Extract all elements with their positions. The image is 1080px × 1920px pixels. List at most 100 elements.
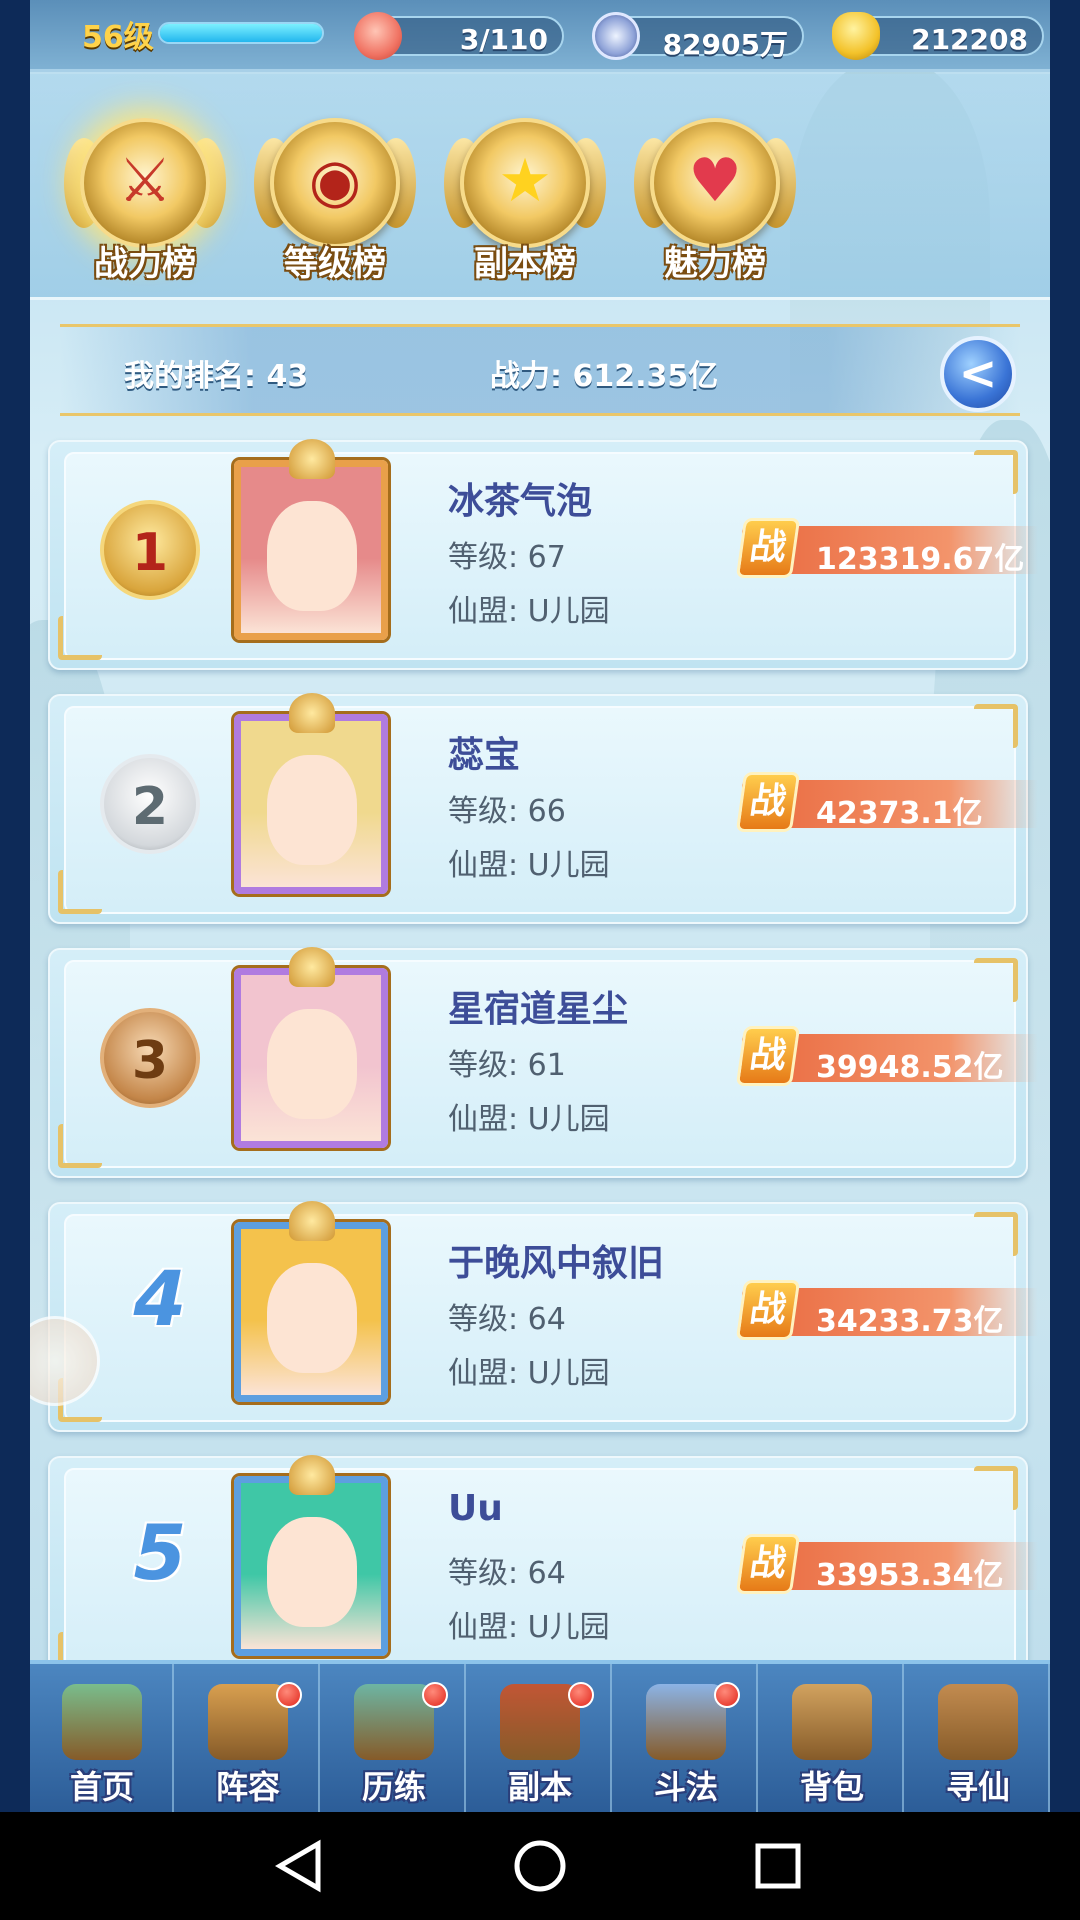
corner-ornament: [58, 1124, 102, 1168]
player-avatar[interactable]: [234, 439, 388, 640]
drum-medal-icon: ◉: [308, 146, 362, 216]
system-nav-bar: [0, 1812, 1080, 1920]
notification-dot-icon: [422, 1682, 448, 1708]
my-power-text: 战力: 612.35亿: [490, 359, 719, 394]
power-bar: 战 42373.1亿: [735, 772, 1038, 832]
corner-ornament: [974, 958, 1018, 1002]
nav-label: 阵容: [215, 1768, 280, 1806]
battle-power-icon: 战: [735, 518, 801, 578]
character-portrait: [267, 501, 357, 611]
player-name: 于晚风中叙旧: [448, 1243, 665, 1284]
coin-icon: [592, 12, 640, 60]
power-bar: 战 33953.34亿: [735, 1534, 1038, 1594]
corner-ornament: [58, 870, 102, 914]
battle-power-icon: 战: [735, 1026, 801, 1086]
notification-dot-icon: [276, 1682, 302, 1708]
gold-value: 212208: [911, 23, 1028, 56]
power-value: 123319.67亿: [816, 542, 1025, 577]
bottom-nav: 首页 阵容 历练 副本 斗法 背包 寻仙: [30, 1660, 1050, 1812]
player-level: 等级: 66: [448, 794, 566, 829]
nav-label: 副本: [507, 1768, 572, 1806]
sword-medal-icon: ⚔: [118, 146, 172, 216]
scroll-icon: [938, 1684, 1018, 1760]
back-button[interactable]: <: [940, 336, 1016, 412]
my-rank-panel: 我的排名: 43 战力: 612.35亿: [60, 324, 1020, 416]
tab-label: 等级榜: [284, 244, 386, 284]
resource-bar: 56级 3/110 82905万 212208: [30, 0, 1050, 72]
xp-fill: [160, 24, 322, 42]
power-value: 42373.1亿: [816, 796, 983, 831]
player-name: 蕊宝: [448, 735, 521, 776]
player-guild: 仙盟: U儿园: [448, 1610, 610, 1645]
nav-item[interactable]: 副本: [468, 1664, 612, 1812]
player-guild: 仙盟: U儿园: [448, 594, 610, 629]
tab-power-ranking[interactable]: ⚔ 战力榜: [64, 118, 226, 290]
ranking-row[interactable]: 2 蕊宝 等级: 66 仙盟: U儿园 战 42373.1亿: [48, 693, 1038, 924]
crown-icon: [289, 1201, 335, 1241]
player-level: 等级: 67: [448, 540, 566, 575]
tab-dungeon-ranking[interactable]: ★ 副本榜: [444, 118, 606, 290]
player-name: 星宿道星尘: [448, 989, 629, 1030]
tab-level-ranking[interactable]: ◉ 等级榜: [254, 118, 416, 290]
nav-item[interactable]: 背包: [760, 1664, 904, 1812]
tab-label: 魅力榜: [664, 244, 766, 284]
home-island-icon: [62, 1684, 142, 1760]
player-name: 冰茶气泡: [448, 481, 593, 522]
nav-item[interactable]: 阵容: [176, 1664, 320, 1812]
power-value: 34233.73亿: [816, 1304, 1004, 1339]
corner-ornament: [58, 616, 102, 660]
stamina-counter[interactable]: 3/110: [354, 12, 564, 60]
stamina-value: 3/110: [459, 23, 548, 56]
player-avatar[interactable]: [234, 1455, 388, 1656]
gold-ingot-icon: [832, 12, 880, 60]
battle-power-icon: 战: [735, 772, 801, 832]
battle-power-icon: 战: [735, 1534, 801, 1594]
player-avatar[interactable]: [234, 1201, 388, 1402]
player-level: 等级: 61: [448, 1048, 566, 1083]
player-avatar[interactable]: [234, 947, 388, 1148]
rank-number: 1: [131, 523, 169, 583]
corner-ornament: [974, 450, 1018, 494]
home-circle-icon[interactable]: [514, 1840, 566, 1892]
copper-counter[interactable]: 82905万: [592, 12, 804, 61]
copper-value: 82905万: [662, 28, 788, 61]
ranking-tabs: ⚔ 战力榜 ◉ 等级榜 ★ 副本榜 ♥ 魅力榜: [30, 74, 1050, 300]
corner-ornament: [974, 1212, 1018, 1256]
bag-icon: [792, 1684, 872, 1760]
tab-label: 副本榜: [474, 244, 576, 284]
rank-number: 2: [131, 777, 169, 837]
character-portrait: [267, 1263, 357, 1373]
app-screen: 56级 3/110 82905万 212208 ⚔ 战力榜 ◉ 等级榜 ★ 副本…: [0, 0, 1080, 1920]
crown-icon: [289, 693, 335, 733]
character-portrait: [267, 1517, 357, 1627]
player-guild: 仙盟: U儿园: [448, 1356, 610, 1391]
nav-item[interactable]: 历练: [322, 1664, 466, 1812]
nav-item[interactable]: 寻仙: [906, 1664, 1050, 1812]
player-avatar[interactable]: [234, 693, 388, 894]
nav-label: 背包: [799, 1768, 864, 1806]
gold-counter[interactable]: 212208: [832, 12, 1044, 60]
nav-item[interactable]: 首页: [30, 1664, 174, 1812]
system-nav-icons: [275, 1839, 801, 1893]
tab-charm-ranking[interactable]: ♥ 魅力榜: [634, 118, 796, 290]
player-guild: 仙盟: U儿园: [448, 1102, 610, 1137]
back-triangle-icon[interactable]: [275, 1839, 321, 1893]
ranking-row[interactable]: 1 冰茶气泡 等级: 67 仙盟: U儿园 战 123319.67亿: [48, 439, 1038, 670]
notification-dot-icon: [714, 1682, 740, 1708]
nav-item[interactable]: 斗法: [614, 1664, 758, 1812]
power-bar: 战 123319.67亿: [735, 518, 1038, 578]
notification-dot-icon: [568, 1682, 594, 1708]
nav-label: 历练: [361, 1768, 426, 1806]
ranking-row[interactable]: 3 星宿道星尘 等级: 61 仙盟: U儿园 战 39948.52亿: [48, 947, 1038, 1178]
ranking-row[interactable]: 5 Uu 等级: 64 仙盟: U儿园 战 33953.34亿: [48, 1455, 1038, 1686]
rank-medal-icon: 2: [100, 754, 200, 854]
recents-square-icon[interactable]: [755, 1843, 801, 1889]
player-level: 等级: 64: [448, 1302, 566, 1337]
game-view: 56级 3/110 82905万 212208 ⚔ 战力榜 ◉ 等级榜 ★ 副本…: [30, 0, 1050, 1812]
rank-number: 4: [133, 1254, 187, 1343]
xp-bar: [158, 22, 324, 44]
ranking-row[interactable]: 4 于晚风中叙旧 等级: 64 仙盟: U儿园 战 34233.73亿: [48, 1201, 1038, 1432]
corner-ornament: [974, 1466, 1018, 1510]
corner-ornament: [974, 704, 1018, 748]
crown-icon: [289, 439, 335, 479]
